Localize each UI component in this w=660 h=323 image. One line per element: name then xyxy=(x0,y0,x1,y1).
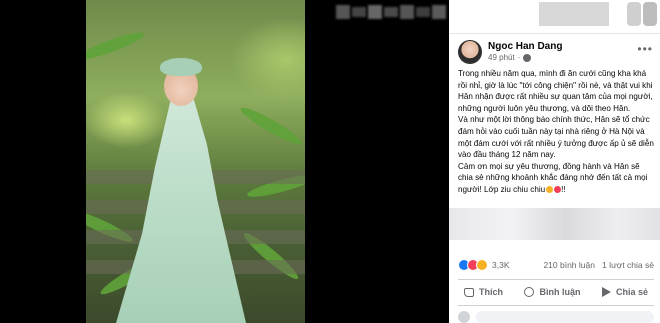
post-text: Trong nhiều năm qua, mình đi ăn cưới cũn… xyxy=(458,68,654,196)
top-bar xyxy=(449,0,660,34)
blurred-region xyxy=(627,2,641,26)
blurred-region xyxy=(336,5,350,19)
like-button[interactable]: Thích xyxy=(458,285,509,299)
comment-input[interactable] xyxy=(476,310,654,323)
blurred-region xyxy=(368,5,382,19)
share-icon xyxy=(601,287,611,297)
divider xyxy=(458,305,654,306)
like-icon xyxy=(464,287,474,297)
comment-icon xyxy=(524,287,535,297)
post-panel: Ngoc Han Dang 49 phút · ••• Trong nhiều … xyxy=(449,0,660,323)
foliage xyxy=(86,28,146,64)
blurred-region xyxy=(643,2,657,26)
post-paragraph: Và như một lời thông báo chính thức, Hân… xyxy=(458,115,654,160)
share-count[interactable]: 1 lượt chia sẻ xyxy=(602,260,654,270)
blurred-region xyxy=(384,7,398,17)
comment-button[interactable]: Bình luận xyxy=(518,285,586,299)
reaction-summary[interactable]: 3,3K xyxy=(458,259,510,271)
comment-composer xyxy=(458,310,654,323)
post-time[interactable]: 49 phút xyxy=(488,53,515,62)
post-meta: 49 phút · xyxy=(488,53,532,62)
care-reaction-icon xyxy=(476,259,488,271)
globe-icon xyxy=(523,53,532,62)
blurred-region xyxy=(400,5,414,19)
reaction-count: 3,3K xyxy=(492,260,510,270)
more-options-icon[interactable]: ••• xyxy=(637,42,653,56)
smile-emoji-icon xyxy=(546,186,554,194)
post-paragraph-end: !! xyxy=(561,184,566,194)
comment-count[interactable]: 210 bình luận xyxy=(543,260,595,270)
blurred-region xyxy=(352,7,366,17)
blurred-region xyxy=(416,7,430,17)
comment-share-count: 210 bình luận 1 lượt chia sẻ xyxy=(543,260,654,270)
share-label: Chia sẻ xyxy=(615,287,648,297)
figure-headband xyxy=(160,58,202,76)
share-button[interactable]: Chia sẻ xyxy=(596,285,654,299)
foliage xyxy=(237,103,305,149)
post-paragraph: Trong nhiều năm qua, mình đi ăn cưới cũn… xyxy=(458,69,653,113)
post-header: Ngoc Han Dang 49 phút · ••• xyxy=(458,40,653,66)
blurred-region xyxy=(432,5,446,19)
author-name[interactable]: Ngoc Han Dang xyxy=(488,41,562,52)
like-label: Thích xyxy=(479,287,503,297)
post-stats: 3,3K 210 bình luận 1 lượt chia sẻ xyxy=(458,259,654,273)
action-bar: Thích Bình luận Chia sẻ xyxy=(458,282,654,302)
blurred-region xyxy=(449,208,660,240)
post-paragraph: Cảm ơn mọi sự yêu thương, đồng hành và H… xyxy=(458,161,654,196)
blurred-region xyxy=(539,2,609,26)
photo-viewer xyxy=(0,0,449,323)
comment-label: Bình luận xyxy=(539,287,581,297)
commenter-avatar xyxy=(458,310,470,323)
post-photo[interactable] xyxy=(86,0,305,323)
divider xyxy=(458,279,654,280)
avatar[interactable] xyxy=(458,40,482,64)
